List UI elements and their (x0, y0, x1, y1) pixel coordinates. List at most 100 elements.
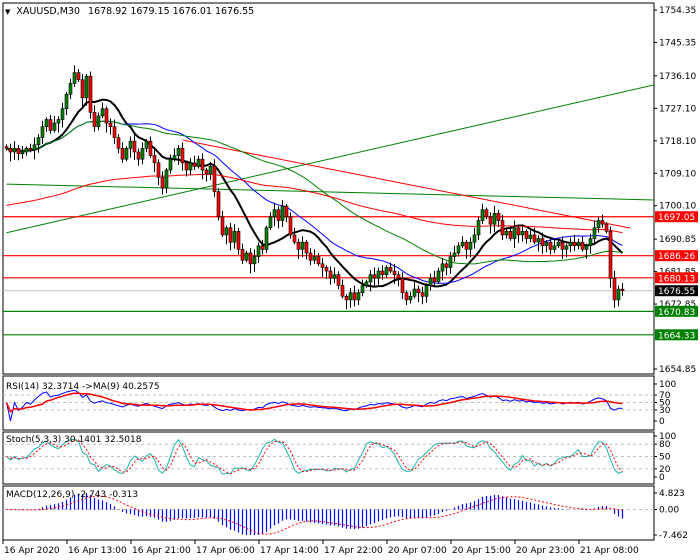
candle (280, 200, 285, 228)
candle-body (160, 176, 165, 189)
candle-body (88, 75, 93, 113)
candle-body (256, 245, 261, 257)
candle (200, 153, 205, 180)
candle (440, 257, 445, 281)
candle (124, 146, 129, 162)
candle-body (496, 213, 501, 221)
candle-body (316, 256, 321, 265)
rsi-label: RSI(14) 32.3714 ->MA(9) 40.2575 (6, 382, 160, 392)
candle-body (184, 162, 189, 171)
candle-body (72, 72, 77, 84)
candle (340, 279, 345, 299)
trading-chart[interactable]: 1754.35 1745.35 1736.10 1727.10 1718.10 1709.… (0, 0, 700, 560)
candle (572, 234, 577, 251)
candle (108, 118, 113, 135)
candle-body (340, 285, 345, 297)
candle-body (216, 191, 221, 218)
candle-body (480, 209, 485, 221)
candle-body (208, 166, 213, 174)
candle (132, 133, 137, 160)
candle (620, 283, 625, 296)
candle-body (492, 213, 497, 225)
candle-body (604, 223, 609, 232)
candle (68, 78, 73, 100)
candle (112, 119, 117, 145)
main-frame (2, 2, 655, 375)
candle (52, 115, 57, 133)
candle-body (464, 241, 469, 250)
candle-body (192, 162, 197, 167)
candle-body (28, 148, 33, 151)
candle-body (284, 205, 289, 218)
candle-body (16, 148, 21, 155)
time-tick-label: 17 Apr 22:00 (324, 546, 383, 556)
candle-body (200, 158, 205, 171)
time-tick-label: 17 Apr 14:00 (260, 546, 319, 556)
candle-body (380, 270, 385, 275)
candle-body (512, 227, 517, 239)
candle (424, 283, 429, 303)
candle-body (104, 108, 109, 124)
time-tick-label: 20 Apr 15:00 (452, 546, 511, 556)
rsi-panel[interactable] (3, 389, 654, 422)
candle-body (332, 274, 337, 279)
candle-body (172, 155, 177, 160)
candle (252, 249, 257, 272)
candle-body (572, 241, 577, 247)
time-tick-label: 20 Apr 07:00 (388, 546, 447, 556)
candle-body (516, 227, 521, 236)
candle-body (296, 241, 301, 250)
candle-body (388, 267, 393, 272)
candle-body (276, 209, 281, 221)
time-tick-label: 16 Apr 13:00 (68, 546, 127, 556)
price-panel[interactable] (3, 65, 655, 336)
candle-body (288, 216, 293, 236)
candle (592, 220, 597, 246)
candle (336, 271, 341, 290)
candle (456, 242, 461, 257)
candle-body (532, 234, 537, 243)
candle (484, 207, 489, 220)
candle (292, 227, 297, 245)
candle-body (368, 274, 373, 283)
candle-body (240, 249, 245, 261)
candle-body (164, 169, 169, 189)
candle (88, 71, 93, 119)
candle-body (84, 75, 89, 99)
candle (408, 291, 413, 304)
candle-body (124, 148, 129, 160)
price-tick-label: 1727.10 (659, 104, 696, 114)
candle-body (112, 126, 117, 138)
candle-body (232, 231, 237, 243)
candle-body (248, 252, 253, 265)
candle-body (180, 148, 185, 164)
candle-body (76, 72, 81, 81)
time-tick-label: 20 Apr 23:00 (516, 546, 575, 556)
candle-body (144, 140, 149, 149)
candle-body (468, 241, 473, 250)
candle-body (612, 277, 617, 301)
candle-body (64, 93, 69, 109)
candle-body (376, 270, 381, 279)
candle-body (448, 256, 453, 268)
candle-body (280, 205, 285, 221)
candle-body (132, 140, 137, 153)
candle (488, 212, 493, 234)
candle-body (440, 263, 445, 272)
candle (184, 160, 189, 177)
rsi-tick-label: 0 (659, 417, 665, 427)
candle (328, 266, 333, 285)
candle (272, 202, 277, 227)
candle-body (4, 146, 9, 149)
candle-body (68, 83, 73, 95)
candle (352, 285, 357, 307)
candle (304, 240, 309, 260)
candle (384, 265, 389, 279)
candle-body (140, 148, 145, 160)
candle (224, 225, 229, 245)
candle-body (372, 274, 377, 279)
candle-body (56, 119, 61, 124)
candle-body (556, 241, 561, 247)
candle (148, 136, 153, 158)
candle-body (548, 241, 553, 250)
